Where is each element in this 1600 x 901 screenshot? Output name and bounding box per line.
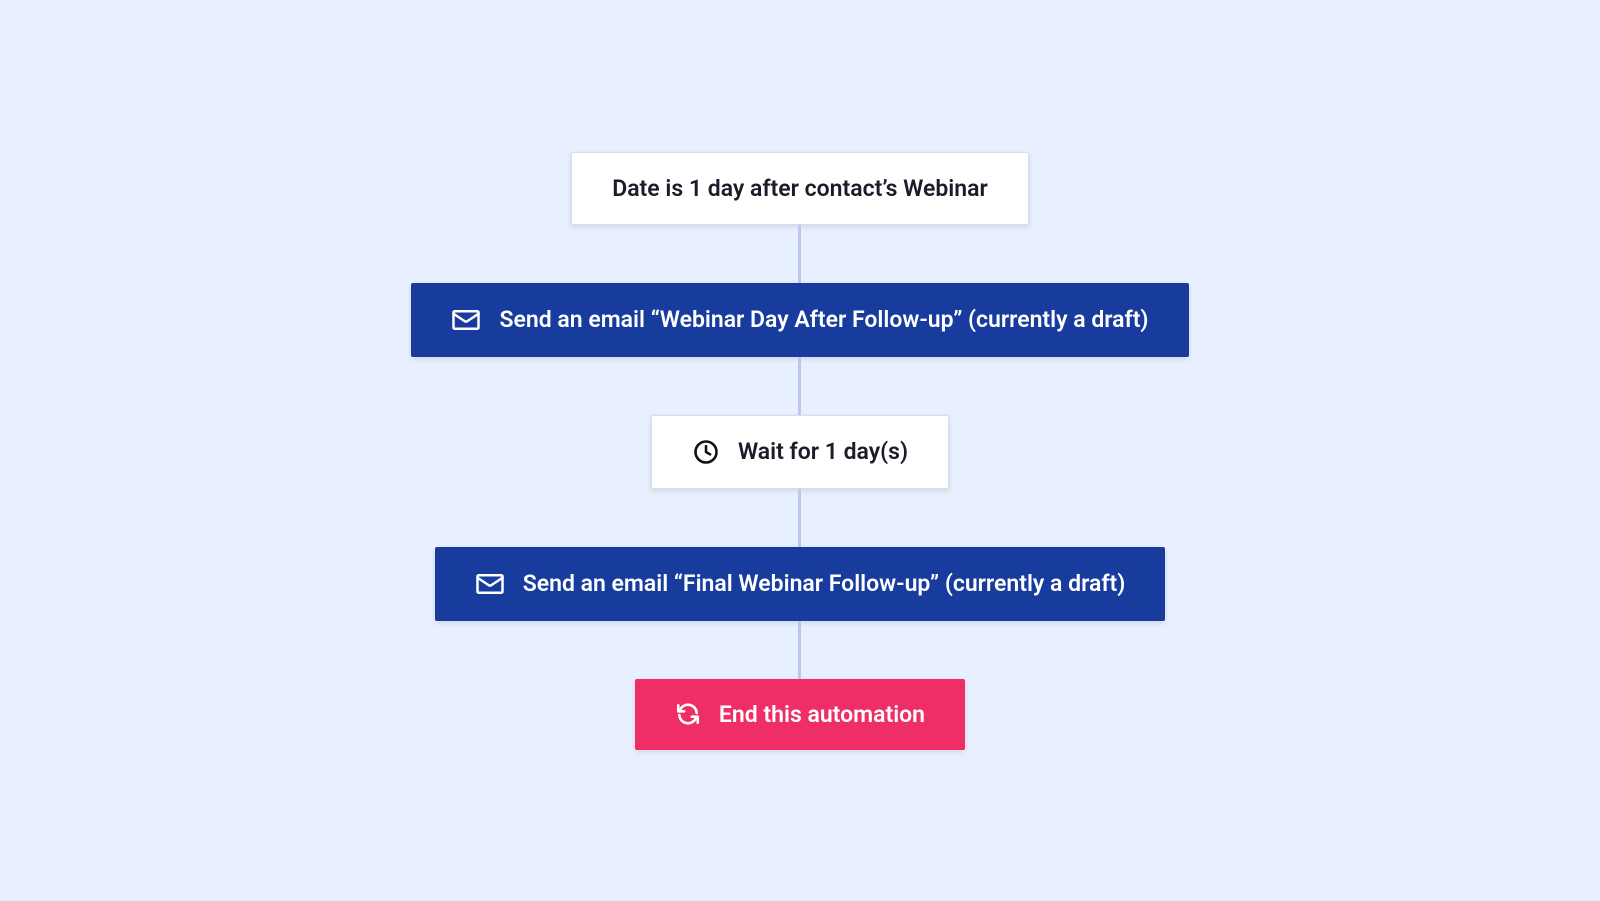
connector xyxy=(798,357,801,415)
send-email-label-2: Send an email “Final Webinar Follow-up” … xyxy=(523,570,1126,597)
connector xyxy=(798,621,801,679)
trigger-node[interactable]: Date is 1 day after contact’s Webinar xyxy=(571,152,1029,225)
wait-node[interactable]: Wait for 1 day(s) xyxy=(651,415,949,489)
refresh-icon xyxy=(675,701,701,727)
send-email-node-2[interactable]: Send an email “Final Webinar Follow-up” … xyxy=(435,547,1166,621)
connector xyxy=(798,489,801,547)
send-email-node-1[interactable]: Send an email “Webinar Day After Follow-… xyxy=(411,283,1188,357)
envelope-icon xyxy=(475,569,505,599)
clock-icon xyxy=(692,438,720,466)
connector xyxy=(798,225,801,283)
end-automation-label: End this automation xyxy=(719,701,925,728)
end-automation-node[interactable]: End this automation xyxy=(635,679,965,750)
trigger-label: Date is 1 day after contact’s Webinar xyxy=(612,175,988,202)
send-email-label-1: Send an email “Webinar Day After Follow-… xyxy=(499,306,1148,333)
envelope-icon xyxy=(451,305,481,335)
wait-label: Wait for 1 day(s) xyxy=(738,438,908,465)
automation-flow: Date is 1 day after contact’s Webinar Se… xyxy=(411,152,1188,750)
